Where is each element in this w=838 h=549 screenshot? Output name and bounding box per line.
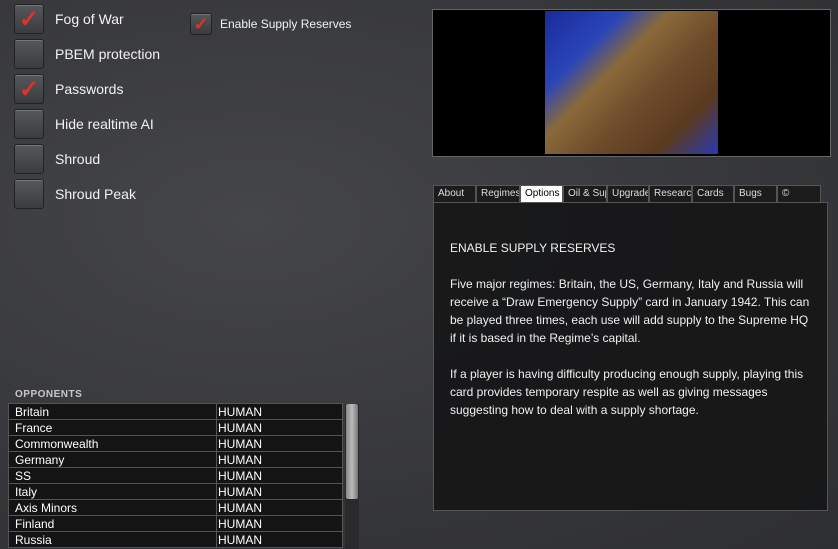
checkbox[interactable]: ✓ (190, 13, 212, 35)
opponent-type[interactable]: HUMAN (216, 515, 343, 532)
check-icon: ✓ (18, 75, 40, 103)
option-shroud[interactable]: Shroud (14, 143, 100, 175)
scrollbar-thumb[interactable] (346, 404, 358, 499)
opponent-row[interactable]: Italy HUMAN (8, 483, 343, 500)
option-hide-realtime-ai[interactable]: Hide realtime AI (14, 108, 154, 140)
option-label: Shroud Peak (55, 186, 136, 202)
option-label: Shroud (55, 151, 101, 167)
opponent-row[interactable]: France HUMAN (8, 419, 343, 436)
panel-paragraph: Five major regimes: Britain, the US, Ger… (450, 277, 810, 345)
info-tabs: AboutRegimesOptionsOil & SupUpgradesRese… (433, 185, 821, 202)
checkbox[interactable] (14, 39, 44, 69)
checkbox[interactable]: ✓ (14, 4, 44, 34)
opponent-type[interactable]: HUMAN (216, 467, 343, 484)
europe-map-image (545, 11, 718, 154)
opponent-name: Germany (8, 451, 217, 468)
opponent-row[interactable]: Russia HUMAN (8, 531, 343, 548)
opponent-name: Russia (8, 531, 217, 548)
tab-0[interactable]: About (433, 185, 476, 202)
opponent-type[interactable]: HUMAN (216, 435, 343, 452)
checkbox[interactable] (14, 144, 44, 174)
tab-3[interactable]: Oil & Sup (563, 185, 607, 202)
tab-8[interactable]: © (777, 185, 821, 202)
option-label: Passwords (55, 81, 124, 97)
panel-paragraph: If a player is having difficulty produci… (450, 367, 804, 417)
checkbox[interactable] (14, 179, 44, 209)
opponents-scrollbar[interactable] (345, 404, 359, 549)
minimap[interactable] (432, 9, 831, 157)
opponent-type[interactable]: HUMAN (216, 499, 343, 516)
opponent-name: Commonwealth (8, 435, 217, 452)
opponent-name: SS (8, 467, 217, 484)
opponents-title: OPPONENTS (15, 389, 83, 400)
tab-6[interactable]: Cards (692, 185, 734, 202)
opponent-row[interactable]: Axis Minors HUMAN (8, 499, 343, 516)
option-label: PBEM protection (55, 46, 161, 62)
option-fog-of-war[interactable]: ✓ Fog of War (14, 3, 124, 35)
opponent-type[interactable]: HUMAN (216, 531, 343, 548)
tab-1[interactable]: Regimes (476, 185, 520, 202)
tab-4[interactable]: Upgrades (607, 185, 649, 202)
check-icon: ✓ (18, 5, 40, 33)
opponent-name: Britain (8, 403, 217, 420)
tab-5[interactable]: Research (649, 185, 692, 202)
opponent-row[interactable]: Germany HUMAN (8, 451, 343, 468)
opponent-row[interactable]: SS HUMAN (8, 467, 343, 484)
opponent-name: Finland (8, 515, 217, 532)
opponents-table: Britain HUMAN France HUMAN Commonwealth HUMAN… (8, 403, 343, 548)
opponent-type[interactable]: HUMAN (216, 451, 343, 468)
tab-2[interactable]: Options (520, 185, 563, 202)
opponent-type[interactable]: HUMAN (216, 419, 343, 436)
opponent-type[interactable]: HUMAN (216, 403, 343, 420)
tab-7[interactable]: Bugs (734, 185, 777, 202)
option-shroud-peak[interactable]: Shroud Peak (14, 178, 136, 210)
panel-title: ENABLE SUPPLY RESERVES (450, 241, 616, 255)
opponent-name: Axis Minors (8, 499, 217, 516)
option-pbem-protection[interactable]: PBEM protection (14, 38, 160, 70)
option-label: Fog of War (55, 11, 124, 27)
opponent-row[interactable]: Finland HUMAN (8, 515, 343, 532)
check-icon: ✓ (193, 13, 209, 34)
info-panel: ENABLE SUPPLY RESERVES Five major regime… (433, 202, 828, 511)
option-passwords[interactable]: ✓ Passwords (14, 73, 123, 105)
opponent-name: Italy (8, 483, 217, 500)
opponent-row[interactable]: Britain HUMAN (8, 403, 343, 420)
opponent-row[interactable]: Commonwealth HUMAN (8, 435, 343, 452)
checkbox[interactable] (14, 109, 44, 139)
opponent-name: France (8, 419, 217, 436)
option-label: Enable Supply Reserves (220, 17, 352, 31)
option-label: Hide realtime AI (55, 116, 154, 132)
option-enable-supply-reserves[interactable]: ✓ Enable Supply Reserves (190, 8, 351, 40)
checkbox[interactable]: ✓ (14, 74, 44, 104)
opponent-type[interactable]: HUMAN (216, 483, 343, 500)
